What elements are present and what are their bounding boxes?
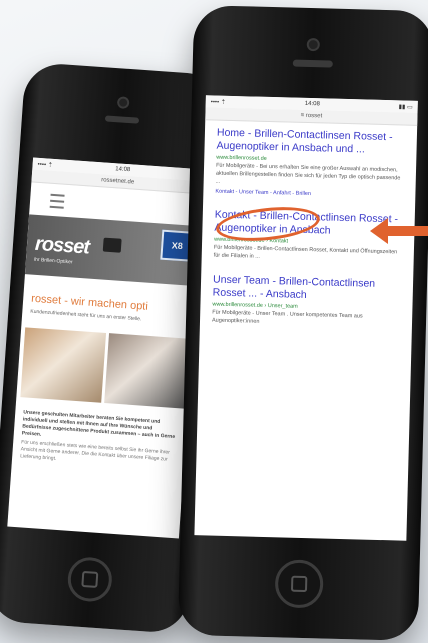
front-camera [306, 37, 320, 52]
search-result: Home - Brillen-Contactlinsen Rosset - Au… [215, 127, 407, 200]
front-phone-screen: •••• ⇡ 14:08 ▮▮ ▭ ≡ rosset Home - Brille… [194, 95, 418, 541]
result-snippet: Für Mobilgeräte - Bei uns erhalten Sie e… [215, 162, 401, 185]
front-camera [116, 96, 130, 110]
site-logo[interactable]: rosset [34, 233, 89, 260]
result-title-link[interactable]: Home - Brillen-Contactlinsen Rosset - Au… [216, 127, 407, 158]
signal-indicator: •••• ⇡ [37, 161, 53, 169]
menu-icon[interactable] [49, 193, 65, 209]
earpiece-speaker [104, 115, 140, 124]
earpiece-speaker [292, 59, 333, 68]
phone-front: •••• ⇡ 14:08 ▮▮ ▭ ≡ rosset Home - Brille… [177, 4, 428, 642]
photo-row [20, 327, 189, 409]
pointer-arrow-icon [370, 218, 428, 244]
signal-indicator: •••• ⇡ [210, 98, 226, 106]
home-button[interactable] [274, 559, 324, 609]
store-photo[interactable] [103, 333, 189, 409]
battery-indicator: ▮▮ ▭ [398, 103, 413, 111]
result-sitelinks[interactable]: Kontakt - Unser Team - Anfahrt - Brillen [215, 189, 405, 200]
store-photo[interactable] [20, 327, 106, 403]
clock: 14:08 [115, 166, 131, 174]
result-title-link[interactable]: Unser Team - Brillen-Contactlinsen Rosse… [213, 274, 404, 305]
back-phone-screen: •••• ⇡ 14:08 ▮▮ rossetnet.de rosset ihr … [7, 157, 205, 539]
site-logo-subtitle: ihr Brillen-Optiker [33, 256, 73, 266]
site-header: rosset ihr Brillen-Optiker X8 [24, 214, 201, 287]
logo-mark-icon [102, 237, 122, 253]
home-button[interactable] [66, 555, 114, 603]
search-result: Unser Team - Brillen-Contactlinsen Rosse… [212, 274, 403, 330]
clock: 14:08 [304, 100, 320, 108]
